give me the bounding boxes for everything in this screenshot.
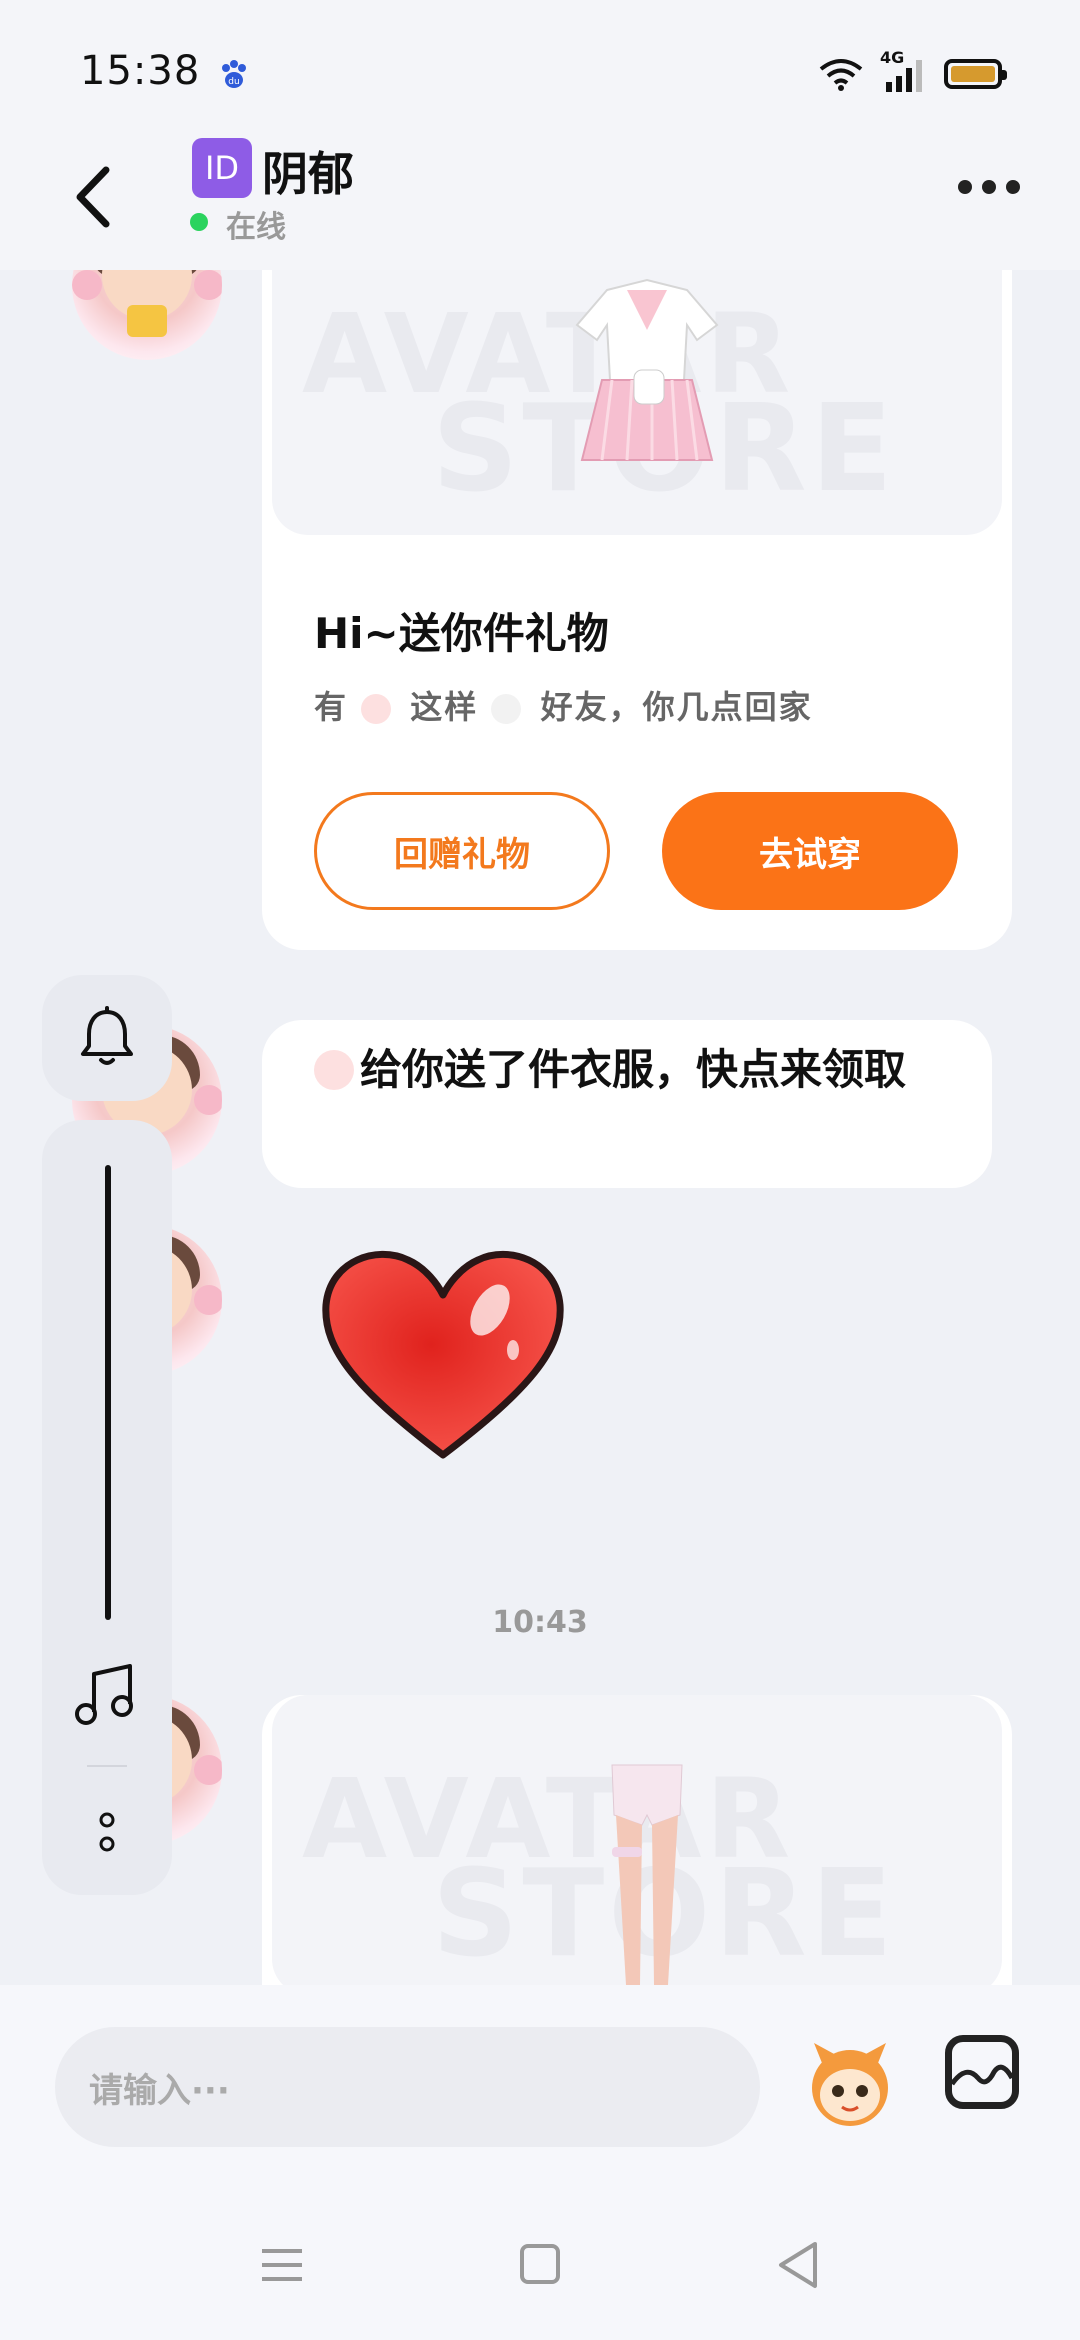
return-gift-button[interactable]: 回赠礼物	[314, 792, 610, 910]
emoji-icon	[491, 694, 522, 724]
baidu-icon: du	[222, 60, 246, 88]
svg-text:du: du	[228, 77, 239, 87]
outfit-image	[575, 278, 719, 461]
id-badge: ID	[192, 138, 252, 198]
dot-icon	[1006, 180, 1020, 194]
product-image[interactable]: AVATAR STORE	[272, 1695, 1002, 1985]
music-note-icon[interactable]	[72, 1660, 142, 1730]
volume-slider[interactable]	[105, 1165, 111, 1620]
try-on-button[interactable]: 去试穿	[662, 792, 958, 910]
status-time: 15:38	[80, 48, 201, 94]
wifi-icon	[819, 59, 863, 91]
bell-icon	[81, 1006, 133, 1065]
more-options-button[interactable]	[958, 180, 1020, 194]
image-icon	[952, 2064, 1012, 2086]
notification-button[interactable]	[42, 975, 172, 1101]
gift-title: Hi~送你件礼物	[314, 609, 609, 658]
message-text: 给你送了件衣服，快点来领取	[314, 1044, 952, 1096]
product-card[interactable]: AVATAR STORE	[262, 1695, 1012, 1985]
heart-sticker[interactable]	[318, 1240, 568, 1470]
home-icon[interactable]	[520, 2244, 560, 2284]
chat-area[interactable]: AVATAR STORE Hi~送你件礼物 有 这样 好友，你几点回家 回赠礼物…	[0, 270, 1080, 1985]
emoji-icon	[361, 694, 392, 724]
mascot-sticker-button[interactable]	[800, 2033, 900, 2133]
battery-icon	[944, 59, 1007, 89]
contact-avatar[interactable]	[72, 270, 222, 360]
gift-subtitle: 有 这样 好友，你几点回家	[314, 682, 813, 728]
more-vertical-icon[interactable]	[97, 1810, 117, 1854]
gift-subtitle-suffix: 好友，你几点回家	[540, 688, 813, 726]
gift-image[interactable]: AVATAR STORE	[272, 270, 1002, 535]
message-content: 给你送了件衣服，快点来领取	[360, 1045, 907, 1094]
dot-icon	[982, 180, 996, 194]
gift-subtitle-prefix: 有	[314, 688, 349, 726]
online-status-dot	[190, 213, 208, 231]
status-icons: 4G	[818, 48, 1007, 94]
status-bar: 15:38 du 4G	[0, 0, 1080, 110]
nav-back-icon[interactable]	[775, 2240, 819, 2290]
image-picker-button[interactable]	[945, 2035, 1019, 2109]
gift-subtitle-middle: 这样	[410, 688, 479, 726]
input-bar: 请输入···	[0, 1985, 1080, 2190]
menu-icon[interactable]	[260, 2245, 304, 2285]
system-nav-bar	[0, 2190, 1080, 2340]
gift-card[interactable]: AVATAR STORE Hi~送你件礼物 有 这样 好友，你几点回家 回赠礼物…	[262, 270, 1012, 950]
message-input[interactable]: 请输入···	[55, 2027, 760, 2147]
online-status-text: 在线	[226, 210, 286, 245]
chat-header: ID 阴郁 在线	[0, 110, 1080, 270]
signal-icon: 4G	[880, 48, 928, 94]
back-button[interactable]	[66, 162, 126, 232]
music-player-panel[interactable]	[42, 1120, 172, 1895]
message-bubble[interactable]: 给你送了件衣服，快点来领取	[262, 1020, 992, 1188]
divider	[87, 1765, 127, 1767]
dot-icon	[958, 180, 972, 194]
emoji-icon	[314, 1050, 354, 1090]
legs-item-image	[611, 1764, 683, 1985]
contact-name[interactable]: 阴郁	[262, 138, 354, 204]
